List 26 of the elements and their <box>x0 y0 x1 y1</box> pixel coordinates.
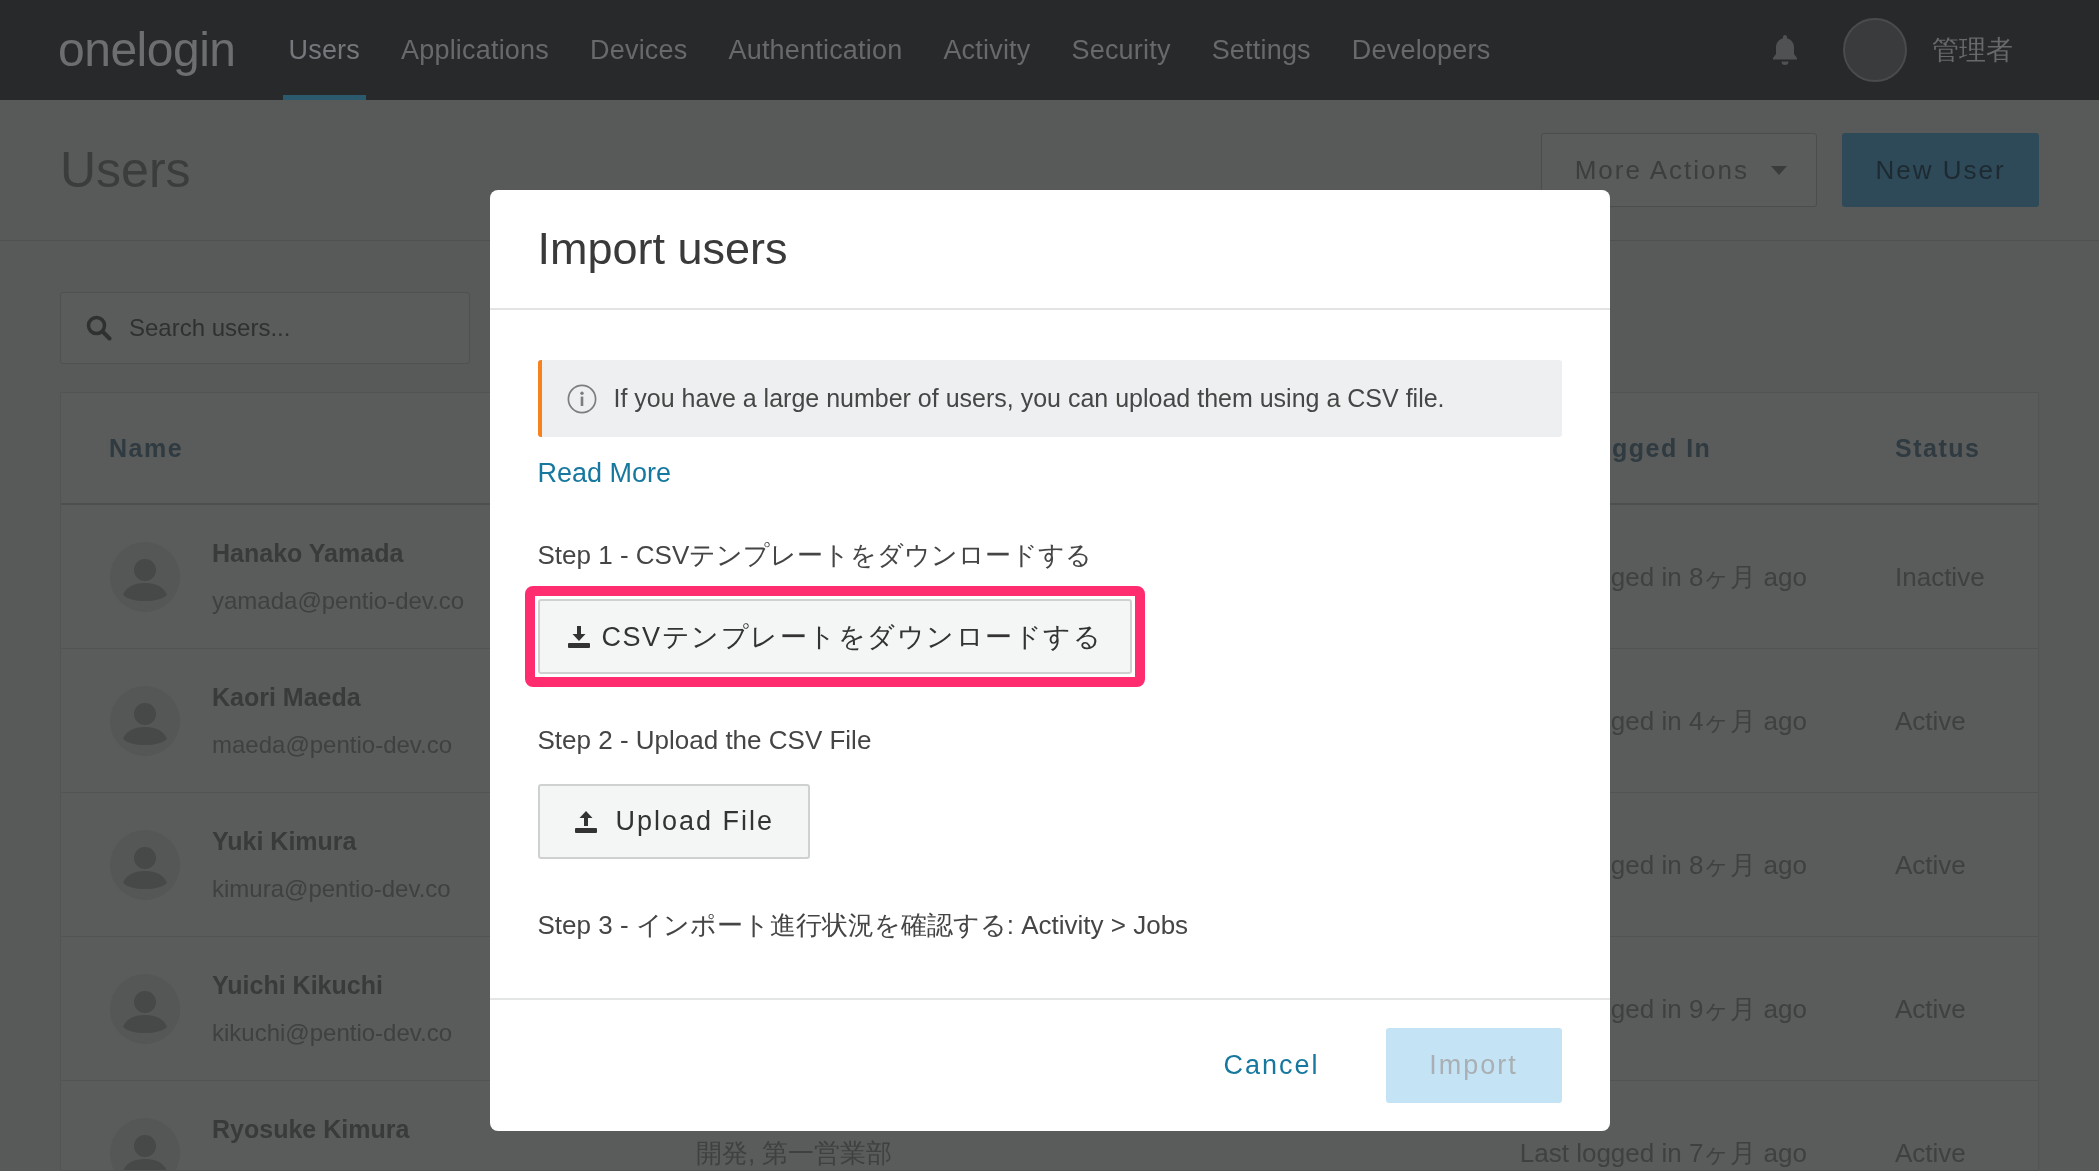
account-name[interactable]: 管理者 <box>1932 32 2013 68</box>
nav-tab[interactable]: Settings <box>1205 0 1317 100</box>
search-icon <box>86 315 112 341</box>
step-label: Step 3 - インポート進行状況を確認する: Activity > Jobs <box>537 909 1189 941</box>
nav-tab[interactable]: Authentication <box>722 0 909 100</box>
info-icon <box>566 383 597 414</box>
avatar-icon[interactable] <box>1843 18 1907 82</box>
nav-tab[interactable]: Applications <box>395 0 555 100</box>
brand-logo[interactable]: onelogin <box>58 26 236 74</box>
step-label: Step 1 - CSVテンプレートをダウンロードする <box>537 539 1093 571</box>
nav-tab[interactable]: Users <box>282 0 366 100</box>
bell-icon[interactable] <box>1772 35 1798 65</box>
upload-button[interactable]: Upload File <box>537 784 811 859</box>
download-button[interactable]: CSVテンプレートをダウンロードする <box>537 599 1133 674</box>
cancel-button[interactable]: Cancel <box>1223 1044 1320 1087</box>
nav-tab[interactable]: Devices <box>584 0 694 100</box>
read-more-link[interactable]: Read More <box>537 457 672 489</box>
dialog-title: Import users <box>537 223 788 275</box>
nav-tab[interactable]: Security <box>1065 0 1177 100</box>
upload-icon <box>573 809 598 834</box>
info-text: If you have a large number of users, you can upload them using a CSV file. <box>613 384 1445 413</box>
nav-tab[interactable]: Developers <box>1345 0 1497 100</box>
nav-tab[interactable]: Activity <box>937 0 1037 100</box>
step-label: Step 2 - Upload the CSV File <box>537 724 872 756</box>
caret-icon <box>1771 165 1787 175</box>
download-icon <box>566 624 591 649</box>
